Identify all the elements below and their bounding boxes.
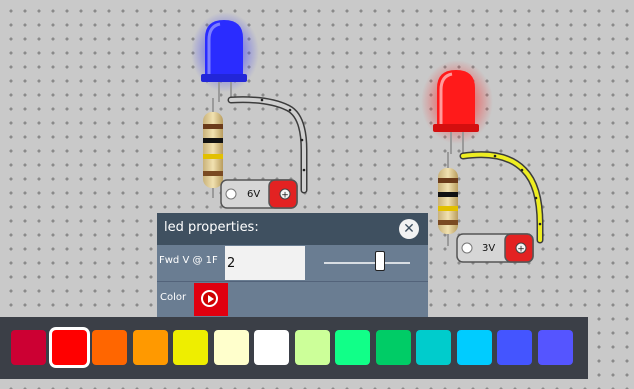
- battery-polarity-icon: +: [281, 191, 289, 201]
- color-swatch[interactable]: [213, 330, 249, 365]
- fwd-voltage-input[interactable]: [225, 246, 305, 280]
- fwd-voltage-slider-thumb[interactable]: [375, 251, 385, 271]
- color-swatch[interactable]: [456, 330, 492, 365]
- resistor-2[interactable]: [438, 152, 458, 246]
- dialog-title: led properties:: [164, 220, 259, 235]
- color-swatch[interactable]: [132, 330, 168, 365]
- blue-led[interactable]: [191, 12, 259, 102]
- fwd-voltage-slider-track[interactable]: [324, 262, 410, 264]
- color-swatch[interactable]: [416, 330, 451, 365]
- resistor-1[interactable]: [203, 98, 223, 198]
- dialog-title-bar: led properties: ✕: [157, 213, 428, 245]
- color-label: Color: [160, 292, 187, 303]
- color-swatch[interactable]: [11, 330, 46, 365]
- row-divider: [157, 281, 428, 282]
- wire-2[interactable]: [459, 151, 544, 244]
- battery-polarity-icon: +: [517, 245, 525, 255]
- battery-2-label: 3V: [482, 243, 495, 254]
- color-swatch[interactable]: [294, 330, 330, 365]
- red-led[interactable]: [421, 60, 493, 154]
- color-swatch[interactable]: [51, 330, 87, 365]
- color-swatch[interactable]: [254, 330, 289, 365]
- close-icon[interactable]: ✕: [399, 219, 419, 239]
- led-properties-dialog: led properties: ✕ Fwd V @ 1F Color: [157, 213, 428, 317]
- play-triangle: [208, 295, 214, 303]
- wire-1[interactable]: [227, 96, 308, 194]
- fwd-voltage-label: Fwd V @ 1F: [159, 255, 218, 266]
- battery-1[interactable]: + 6V: [220, 179, 298, 209]
- color-swatch[interactable]: [537, 330, 573, 365]
- color-swatch[interactable]: [173, 330, 208, 365]
- battery-2[interactable]: + 3V: [456, 233, 534, 263]
- color-swatch[interactable]: [92, 330, 127, 365]
- color-palette: [0, 317, 588, 379]
- play-icon: [201, 290, 218, 307]
- color-swatch[interactable]: [335, 330, 370, 365]
- color-swatch[interactable]: [497, 330, 532, 365]
- color-swatch[interactable]: [375, 330, 411, 365]
- color-picker-button[interactable]: [194, 283, 228, 316]
- battery-1-label: 6V: [247, 189, 260, 200]
